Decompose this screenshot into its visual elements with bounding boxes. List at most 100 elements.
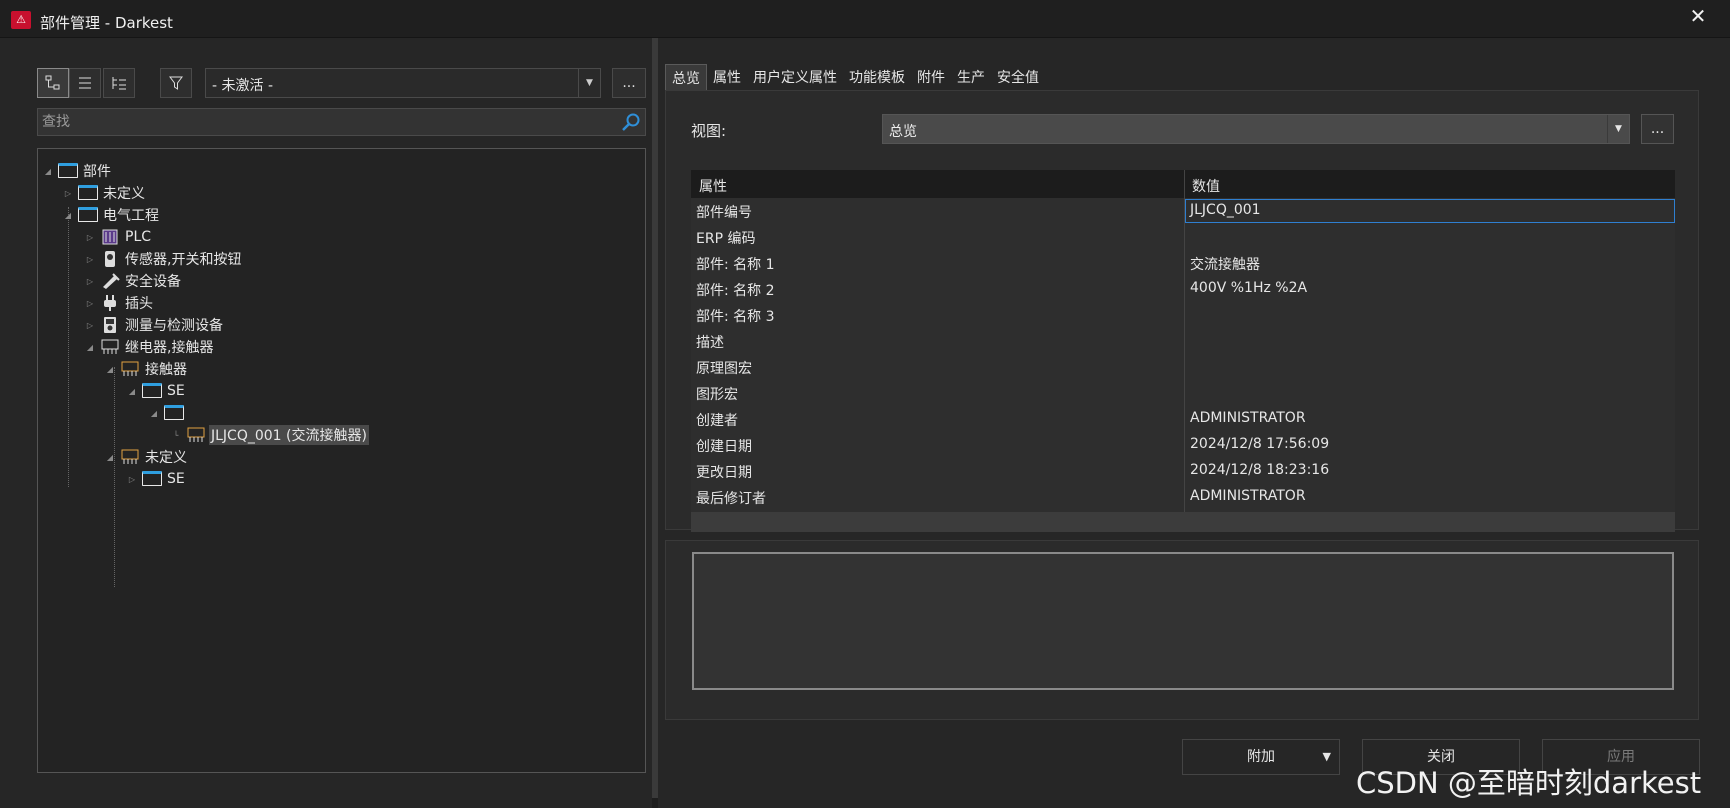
column-header-value[interactable]: 数值: [1192, 176, 1220, 196]
tree-node-label: 电气工程: [103, 208, 159, 224]
caret-down-icon[interactable]: ▼: [1323, 740, 1331, 774]
table-row[interactable]: ERP 编码: [691, 224, 1675, 250]
filter-select[interactable]: - 未激活 - ▼: [205, 68, 601, 98]
table-row[interactable]: 部件: 名称 1 交流接触器: [691, 250, 1675, 276]
expand-icon[interactable]: ▷: [62, 189, 74, 198]
tree-node-plc[interactable]: ▷ PLC: [84, 227, 153, 247]
tab-bar: 总览 属性 用户定义属性 功能模板 附件 生产 安全值: [665, 64, 1045, 90]
tree-node-label: 传感器,开关和按钮: [125, 252, 242, 268]
property-grid: 属性 数值 部件编号 JLJCQ_001 ERP 编码 部件: 名称 1 交流接触器 部件…: [691, 170, 1675, 532]
property-value-cell[interactable]: ADMINISTRATOR: [1190, 488, 1306, 504]
expand-icon[interactable]: ▷: [84, 299, 96, 308]
view-more-button[interactable]: ...: [1641, 114, 1674, 144]
table-row[interactable]: 部件: 名称 2 400V %1Hz %2A: [691, 276, 1675, 302]
extra-button[interactable]: 附加 ▼: [1182, 739, 1340, 775]
active-cell-editor[interactable]: [1185, 199, 1675, 223]
chevron-down-icon[interactable]: ▼: [578, 69, 600, 97]
property-value-cell[interactable]: ADMINISTRATOR: [1190, 410, 1306, 426]
collapse-icon[interactable]: ◢: [62, 211, 74, 220]
tree-node-label: 部件: [83, 164, 111, 180]
grid-scrollbar[interactable]: [691, 512, 1675, 532]
collapse-icon[interactable]: ◢: [104, 453, 116, 462]
tab-attachments[interactable]: 附件: [911, 64, 951, 90]
folder-icon: [78, 185, 98, 201]
view-select[interactable]: 总览 ▼: [882, 114, 1630, 144]
filter-more-button[interactable]: ...: [612, 68, 646, 98]
app-logo-icon: ⚠: [11, 11, 31, 29]
tab-user-properties[interactable]: 用户定义属性: [747, 64, 843, 90]
property-value-cell[interactable]: 交流接触器: [1190, 254, 1260, 274]
property-name-cell: 部件: 名称 3: [696, 309, 775, 325]
view-select-value: 总览: [889, 124, 917, 140]
plug-icon: [100, 295, 120, 311]
parts-tree[interactable]: ◢ 部件 ▷ 未定义 ◢ 电气工程 ▷ PLC ▷ 传感器,开关和按钮 ▷ 安全…: [37, 148, 646, 773]
collapse-icon[interactable]: ◢: [104, 365, 116, 374]
property-name-cell: 创建日期: [696, 439, 752, 455]
tree-node-unnamed-folder[interactable]: ◢: [148, 403, 187, 423]
close-window-button[interactable]: ✕: [1686, 4, 1710, 28]
tree-node-label: SE: [167, 383, 185, 399]
expand-icon[interactable]: ▷: [126, 475, 138, 484]
table-row[interactable]: 部件编号 JLJCQ_001: [691, 198, 1675, 224]
tree-node-safety[interactable]: ▷ 安全设备: [84, 271, 183, 291]
tab-safety-values[interactable]: 安全值: [991, 64, 1045, 90]
property-value-cell[interactable]: 2024/12/8 17:56:09: [1190, 436, 1329, 452]
tree-node-electrical[interactable]: ◢ 电气工程: [62, 205, 161, 225]
tree-node-measure[interactable]: ▷ 测量与检测设备: [84, 315, 225, 335]
search-box: [37, 108, 646, 136]
filter-button[interactable]: [160, 68, 192, 98]
expand-icon[interactable]: ▷: [84, 255, 96, 264]
tree-node-se-2[interactable]: ▷ SE: [126, 469, 187, 489]
tree-node-label: JLJCQ_001 (交流接触器): [209, 425, 369, 445]
collapse-icon[interactable]: ◢: [84, 343, 96, 352]
search-input[interactable]: [42, 112, 602, 132]
window-title: 部件管理 - Darkest: [40, 14, 173, 32]
expand-icon[interactable]: ▷: [84, 321, 96, 330]
table-row[interactable]: 图形宏: [691, 380, 1675, 406]
column-header-property[interactable]: 属性: [699, 176, 727, 196]
tree-node-relay[interactable]: ◢ 继电器,接触器: [84, 337, 215, 357]
folder-icon: [142, 383, 162, 399]
collapse-icon[interactable]: ◢: [126, 387, 138, 396]
table-row[interactable]: 最后修订者 ADMINISTRATOR: [691, 484, 1675, 510]
property-name-cell: 部件: 名称 2: [696, 283, 775, 299]
table-row[interactable]: 创建者 ADMINISTRATOR: [691, 406, 1675, 432]
property-name-cell: 最后修订者: [696, 491, 766, 507]
folder-icon: [142, 471, 162, 487]
tree-node-part-item[interactable]: └ JLJCQ_001 (交流接触器): [170, 425, 369, 445]
tree-node-label: 安全设备: [125, 274, 181, 290]
tree-node-contactor[interactable]: ◢ 接触器: [104, 359, 189, 379]
tree-node-se[interactable]: ◢ SE: [126, 381, 187, 401]
collapse-icon[interactable]: ◢: [42, 167, 54, 176]
expand-icon[interactable]: ▷: [84, 277, 96, 286]
property-value-cell[interactable]: 2024/12/8 18:23:16: [1190, 462, 1329, 478]
grid-header: 属性 数值: [691, 170, 1675, 198]
tree-node-sensors[interactable]: ▷ 传感器,开关和按钮: [84, 249, 243, 269]
tree-node-undefined[interactable]: ▷ 未定义: [62, 183, 147, 203]
tree-node-undefined-2[interactable]: ◢ 未定义: [104, 447, 189, 467]
tree-node-plug[interactable]: ▷ 插头: [84, 293, 155, 313]
list-view-button[interactable]: [69, 68, 101, 98]
property-value-cell[interactable]: 400V %1Hz %2A: [1190, 280, 1307, 296]
contactor-icon: [120, 361, 140, 377]
table-row[interactable]: 部件: 名称 3: [691, 302, 1675, 328]
tree-node-label: SE: [167, 471, 185, 487]
table-row[interactable]: 描述: [691, 328, 1675, 354]
table-row[interactable]: 原理图宏: [691, 354, 1675, 380]
safety-device-icon: [100, 273, 120, 289]
tab-overview[interactable]: 总览: [665, 64, 707, 90]
table-row[interactable]: 更改日期 2024/12/8 18:23:16: [691, 458, 1675, 484]
tree-node-root[interactable]: ◢ 部件: [42, 161, 113, 181]
chevron-down-icon[interactable]: ▼: [1607, 115, 1629, 143]
description-field[interactable]: [692, 552, 1674, 690]
tab-function-templates[interactable]: 功能模板: [843, 64, 911, 90]
tab-properties[interactable]: 属性: [707, 64, 747, 90]
table-row[interactable]: 创建日期 2024/12/8 17:56:09: [691, 432, 1675, 458]
hierarchy-view-icon: [112, 77, 126, 90]
tree-view-button[interactable]: [37, 68, 69, 98]
collapse-icon[interactable]: ◢: [148, 409, 160, 418]
expand-icon[interactable]: ▷: [84, 233, 96, 242]
tab-production[interactable]: 生产: [951, 64, 991, 90]
search-icon[interactable]: [621, 112, 641, 132]
hierarchy-view-button[interactable]: [103, 68, 135, 98]
